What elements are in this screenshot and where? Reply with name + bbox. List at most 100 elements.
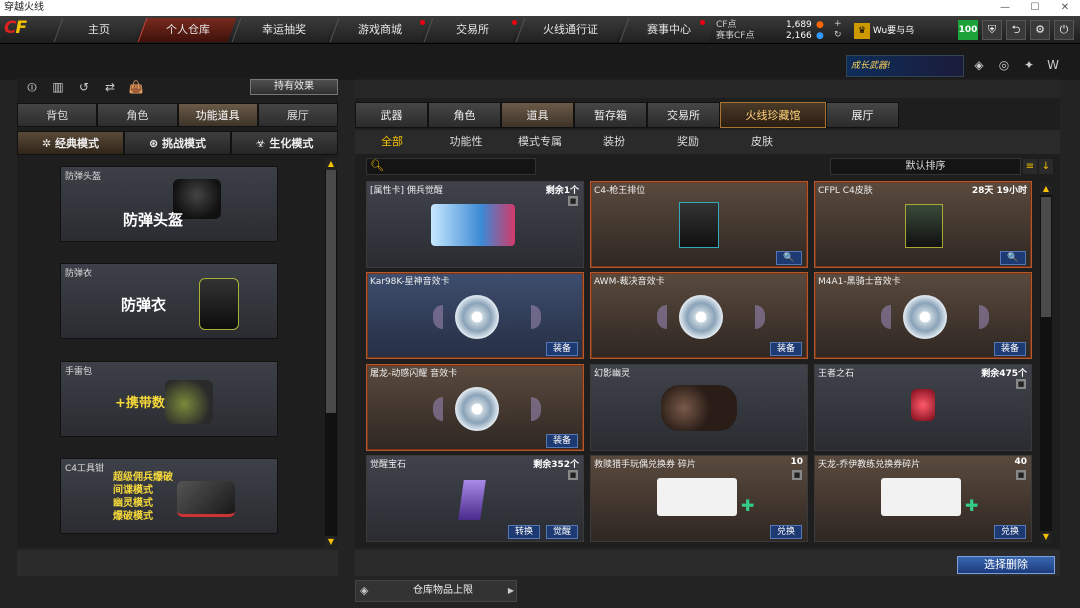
mode-tabs: ✲ 经典模式 ⊛ 挑战模式 ☣ 生化模式: [17, 131, 338, 155]
tab-collection-hall[interactable]: 火线珍藏馆: [720, 102, 826, 128]
select-delete-button[interactable]: 选择删除: [957, 556, 1055, 574]
tab-character[interactable]: 角色: [97, 103, 178, 127]
user-box[interactable]: ♛ Wu要与乌: [854, 21, 944, 41]
return-icon[interactable]: ⮌: [1006, 20, 1026, 40]
left-scrollbar[interactable]: ▲ ▼: [325, 158, 337, 548]
filter-all[interactable]: 全部: [355, 130, 429, 154]
capacity-bar[interactable]: ◈ 仓库物品上限 ▶: [355, 580, 517, 602]
sound-card-disc-icon: [433, 295, 541, 339]
promo-banner[interactable]: 成长武器!: [846, 55, 964, 77]
close-icon[interactable]: ✕: [1050, 0, 1080, 16]
globe-icon[interactable]: ◎: [995, 56, 1013, 74]
equip-button[interactable]: 装备: [545, 342, 578, 356]
maximize-icon[interactable]: ☐: [1020, 0, 1050, 16]
tab-battle-pass[interactable]: 火线通行证: [515, 18, 625, 42]
tab-items[interactable]: 道具: [501, 102, 574, 128]
toggle-on-icon[interactable]: ⏼: [22, 80, 42, 96]
promo-text: 成长武器!: [851, 61, 891, 71]
event-cf-value: 2,166: [786, 31, 812, 41]
event-cf-label: 赛事CF点: [716, 31, 755, 41]
owned-effect-button[interactable]: 持有效果: [250, 79, 338, 95]
item-card[interactable]: 王者之石 剩余475个 ■: [814, 364, 1032, 451]
convert-button[interactable]: 转换: [507, 525, 540, 539]
filter-reward[interactable]: 奖励: [651, 130, 725, 154]
filter-outfit[interactable]: 装扮: [577, 130, 651, 154]
tab-weapons[interactable]: 武器: [355, 102, 428, 128]
redeem-button[interactable]: 兑换: [993, 525, 1026, 539]
item-card[interactable]: 幻影幽灵: [590, 364, 808, 451]
equip-button[interactable]: 装备: [993, 342, 1026, 356]
right-scrollbar[interactable]: ▲ ▼: [1040, 183, 1052, 543]
filter-skin[interactable]: 皮肤: [725, 130, 799, 154]
item-card[interactable]: 天龙-乔伊教练兑换券碎片 40 ■ ✚ 兑换: [814, 455, 1032, 542]
stats-icon[interactable]: ▥: [48, 80, 68, 96]
add-icon[interactable]: +: [834, 19, 842, 30]
slot-text: 防弹衣: [121, 296, 167, 314]
event-coin-icon: ●: [816, 31, 824, 41]
item-card[interactable]: AWM-裁决音效卡 装备: [590, 272, 808, 359]
tab-game-mall[interactable]: 游戏商城: [329, 18, 429, 42]
history-icon[interactable]: ↺: [74, 80, 94, 96]
item-card[interactable]: C4-枪王排位 🔍: [590, 181, 808, 268]
filter-functional[interactable]: 功能性: [429, 130, 503, 154]
search-input[interactable]: 🔍︎: [366, 158, 536, 175]
bag-icon[interactable]: 👜: [126, 80, 146, 96]
scroll-thumb[interactable]: [326, 170, 336, 413]
tab-exchange[interactable]: 交易所: [423, 18, 521, 42]
window-title: 穿越火线: [4, 2, 44, 13]
mode-line: 爆破模式: [113, 511, 153, 522]
item-card[interactable]: 救赎猎手玩偶兑换券 碎片 10 ■ ✚ 兑换: [590, 455, 808, 542]
mode-challenge[interactable]: ⊛ 挑战模式: [124, 131, 231, 155]
scroll-down-icon[interactable]: ▼: [325, 536, 337, 548]
slot-c4-pliers[interactable]: C4工具钳 超级佣兵爆破 间谍模式 幽灵模式 爆破模式: [60, 458, 278, 534]
scroll-thumb[interactable]: [1041, 197, 1051, 317]
tab-personal-storage[interactable]: 个人仓库: [137, 18, 237, 42]
sort-select[interactable]: 默认排序: [830, 158, 1021, 175]
redeem-button[interactable]: 兑换: [769, 525, 802, 539]
item-card[interactable]: 觉醒宝石 剩余352个 ■ 转换 觉醒: [366, 455, 584, 542]
search-icon: 🔍︎: [370, 159, 384, 172]
mode-biohazard[interactable]: ☣ 生化模式: [231, 131, 338, 155]
cf-logo[interactable]: CF: [4, 18, 50, 42]
tab-trade[interactable]: 交易所: [647, 102, 720, 128]
sort-direction-icon[interactable]: ↓: [1039, 159, 1053, 174]
w-logo-icon[interactable]: W: [1044, 56, 1062, 74]
tab-characters[interactable]: 角色: [428, 102, 501, 128]
refresh-icon[interactable]: ↻: [834, 30, 842, 41]
tab-showroom[interactable]: 展厅: [257, 103, 338, 127]
filter-mode-exclusive[interactable]: 模式专属: [503, 130, 577, 154]
gear-icon[interactable]: ⚙: [1030, 20, 1050, 40]
tab-home[interactable]: 主页: [53, 18, 143, 42]
minimize-icon[interactable]: —: [990, 0, 1020, 16]
shield-icon[interactable]: ⛨: [982, 20, 1002, 40]
item-card[interactable]: Kar98K-星神音效卡 装备: [366, 272, 584, 359]
tab-exhibit[interactable]: 展厅: [826, 102, 899, 128]
slot-grenade-pack[interactable]: 手雷包 +携带数: [60, 361, 278, 437]
list-view-icon[interactable]: ≡: [1023, 159, 1037, 174]
power-icon[interactable]: ⏻: [1054, 20, 1074, 40]
mode-classic[interactable]: ✲ 经典模式: [17, 131, 124, 155]
scroll-up-icon[interactable]: ▲: [1040, 183, 1052, 195]
item-card[interactable]: 屠龙-动感闪耀 音效卡 装备: [366, 364, 584, 451]
scroll-down-icon[interactable]: ▼: [1040, 531, 1052, 543]
equip-button[interactable]: 装备: [545, 434, 578, 448]
tab-backpack[interactable]: 背包: [17, 103, 98, 127]
slot-armor[interactable]: 防弹衣 防弹衣: [60, 263, 278, 339]
inspect-button[interactable]: 🔍: [776, 251, 802, 265]
tab-lucky-draw[interactable]: 幸运抽奖: [231, 18, 335, 42]
slot-helmet[interactable]: 防弹头盔 防弹头盔: [60, 166, 278, 242]
scroll-up-icon[interactable]: ▲: [325, 158, 337, 170]
equip-button[interactable]: 装备: [769, 342, 802, 356]
compare-icon[interactable]: ⇄: [100, 80, 120, 96]
inspect-button[interactable]: 🔍: [1000, 251, 1026, 265]
paint-icon[interactable]: ✦: [1020, 56, 1038, 74]
item-card[interactable]: CFPL C4皮肤 28天 19小时 🔍: [814, 181, 1032, 268]
badge-icon[interactable]: ◈: [970, 56, 988, 74]
filter-subtabs: 全部 功能性 模式专属 装扮 奖励 皮肤: [355, 130, 1060, 154]
item-card[interactable]: M4A1-黑骑士音效卡 装备: [814, 272, 1032, 359]
arrow-right-icon: ▶: [507, 586, 514, 595]
item-card[interactable]: [属性卡] 佣兵觉醒 剩余1个 ■: [366, 181, 584, 268]
tab-functional-items[interactable]: 功能道具: [177, 103, 258, 127]
tab-storage-box[interactable]: 暂存箱: [574, 102, 647, 128]
awaken-button[interactable]: 觉醒: [545, 525, 578, 539]
